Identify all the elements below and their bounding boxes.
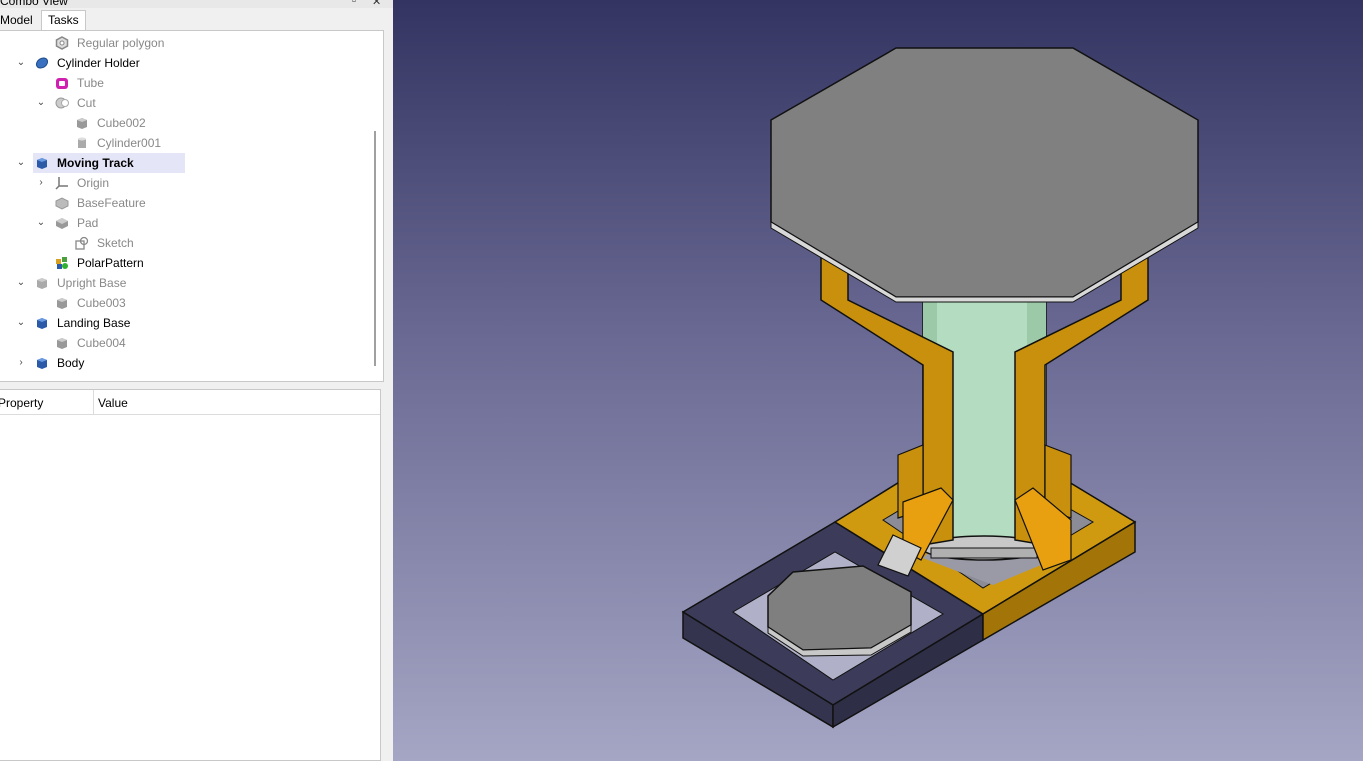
tree-item-label: Cube004 bbox=[77, 336, 126, 350]
tree-item-label: Origin bbox=[77, 176, 110, 190]
tab-tasks[interactable]: Tasks bbox=[41, 10, 86, 30]
tree-item-label: Upright Base bbox=[57, 276, 127, 290]
tree-item-label: Landing Base bbox=[57, 316, 131, 330]
combo-view-panel: Combo View ▫ ✕ Model Tasks Regular polyg… bbox=[0, 0, 393, 761]
tree-item-label: Cylinder Holder bbox=[57, 56, 140, 70]
tree-item-label: Pad bbox=[77, 216, 99, 230]
tree-item-label: Cube002 bbox=[97, 116, 146, 130]
body-icon bbox=[35, 57, 49, 69]
chevron-down-icon[interactable]: ⌄ bbox=[15, 313, 27, 333]
tree-item-sketch[interactable]: Sketch bbox=[0, 233, 383, 253]
tree-item-body[interactable]: › Body bbox=[0, 353, 383, 373]
tree-item-regular-polygon[interactable]: Regular polygon bbox=[0, 33, 383, 53]
panel-title-bar: Combo View ▫ ✕ bbox=[0, 0, 393, 8]
tree-item-tube[interactable]: Tube bbox=[0, 73, 383, 93]
chevron-right-icon[interactable]: › bbox=[35, 173, 47, 193]
tree-item-cut[interactable]: ⌄ Cut bbox=[0, 93, 383, 113]
chevron-down-icon[interactable]: ⌄ bbox=[35, 93, 47, 113]
tree-item-label: Cube003 bbox=[77, 296, 126, 310]
tree-item-landing-base[interactable]: ⌄ Landing Base bbox=[0, 313, 383, 333]
model-tree[interactable]: Regular polygon ⌄ Cylinder Holder Tube ⌄… bbox=[0, 30, 384, 382]
tab-model[interactable]: Model bbox=[0, 11, 39, 30]
tube-icon bbox=[56, 78, 68, 89]
3d-viewport[interactable] bbox=[393, 0, 1363, 761]
property-header: Property Value bbox=[0, 390, 380, 415]
tree-item-cube004[interactable]: Cube004 bbox=[0, 333, 383, 353]
top-platform bbox=[770, 47, 1199, 303]
body-icon bbox=[37, 158, 47, 169]
cube-icon bbox=[37, 278, 47, 289]
tree-item-cube002[interactable]: Cube002 bbox=[0, 113, 383, 133]
property-column-header[interactable]: Property bbox=[0, 390, 94, 414]
chevron-down-icon[interactable]: ⌄ bbox=[35, 213, 47, 233]
tree-item-origin[interactable]: › Origin bbox=[0, 173, 383, 193]
tree-item-moving-track-content[interactable]: ⌄ Moving Track bbox=[0, 153, 383, 173]
tree-item-label: Cylinder001 bbox=[97, 136, 162, 150]
tab-bar: Model Tasks bbox=[0, 10, 393, 30]
chevron-down-icon[interactable]: ⌄ bbox=[15, 273, 27, 293]
body-icon bbox=[37, 358, 47, 369]
cube-icon bbox=[57, 298, 67, 309]
value-column-header[interactable]: Value bbox=[98, 390, 128, 416]
polar-pattern-icon bbox=[56, 257, 68, 269]
panel-title: Combo View bbox=[0, 0, 68, 8]
tree-scroll-thumb[interactable] bbox=[374, 131, 376, 366]
property-view[interactable]: Property Value bbox=[0, 389, 381, 761]
tree-item-label: Body bbox=[57, 356, 85, 370]
chevron-down-icon[interactable]: ⌄ bbox=[15, 153, 27, 173]
cut-icon bbox=[55, 97, 69, 109]
sketch-icon bbox=[75, 236, 89, 250]
tree-scrollbar[interactable] bbox=[370, 31, 378, 381]
tree-item-cylinder001[interactable]: Cylinder001 bbox=[0, 133, 383, 153]
tree-item-label: Cut bbox=[77, 96, 96, 110]
tree-item-pad[interactable]: ⌄ Pad bbox=[0, 213, 383, 233]
tree-item-label: PolarPattern bbox=[77, 256, 144, 270]
tree-item-polarpattern[interactable]: PolarPattern bbox=[0, 253, 383, 273]
tree-item-basefeature[interactable]: BaseFeature bbox=[0, 193, 383, 213]
body-icon bbox=[37, 318, 47, 329]
tree-item-label: Moving Track bbox=[57, 156, 134, 170]
origin-icon bbox=[55, 177, 68, 190]
tree-item-cube003[interactable]: Cube003 bbox=[0, 293, 383, 313]
cube-icon bbox=[57, 338, 67, 349]
cube-icon bbox=[77, 118, 87, 129]
tree-item-label: Sketch bbox=[97, 236, 134, 250]
tree-item-label: Tube bbox=[77, 76, 104, 90]
cylinder-icon bbox=[78, 137, 86, 148]
3d-model bbox=[681, 47, 1199, 729]
pad-icon bbox=[56, 218, 68, 229]
tree-item-label: BaseFeature bbox=[77, 196, 146, 210]
chevron-down-icon[interactable]: ⌄ bbox=[15, 53, 27, 73]
tree-item-cylinder-holder[interactable]: ⌄ Cylinder Holder bbox=[0, 53, 383, 73]
chevron-right-icon[interactable]: › bbox=[15, 353, 27, 373]
regular-polygon-icon bbox=[55, 36, 69, 50]
close-icon[interactable]: ✕ bbox=[372, 0, 381, 8]
float-icon[interactable]: ▫ bbox=[352, 0, 356, 7]
tree-item-label: Regular polygon bbox=[77, 36, 165, 50]
base-feature-icon bbox=[55, 197, 69, 210]
tree-item-upright-base[interactable]: ⌄ Upright Base bbox=[0, 273, 383, 293]
